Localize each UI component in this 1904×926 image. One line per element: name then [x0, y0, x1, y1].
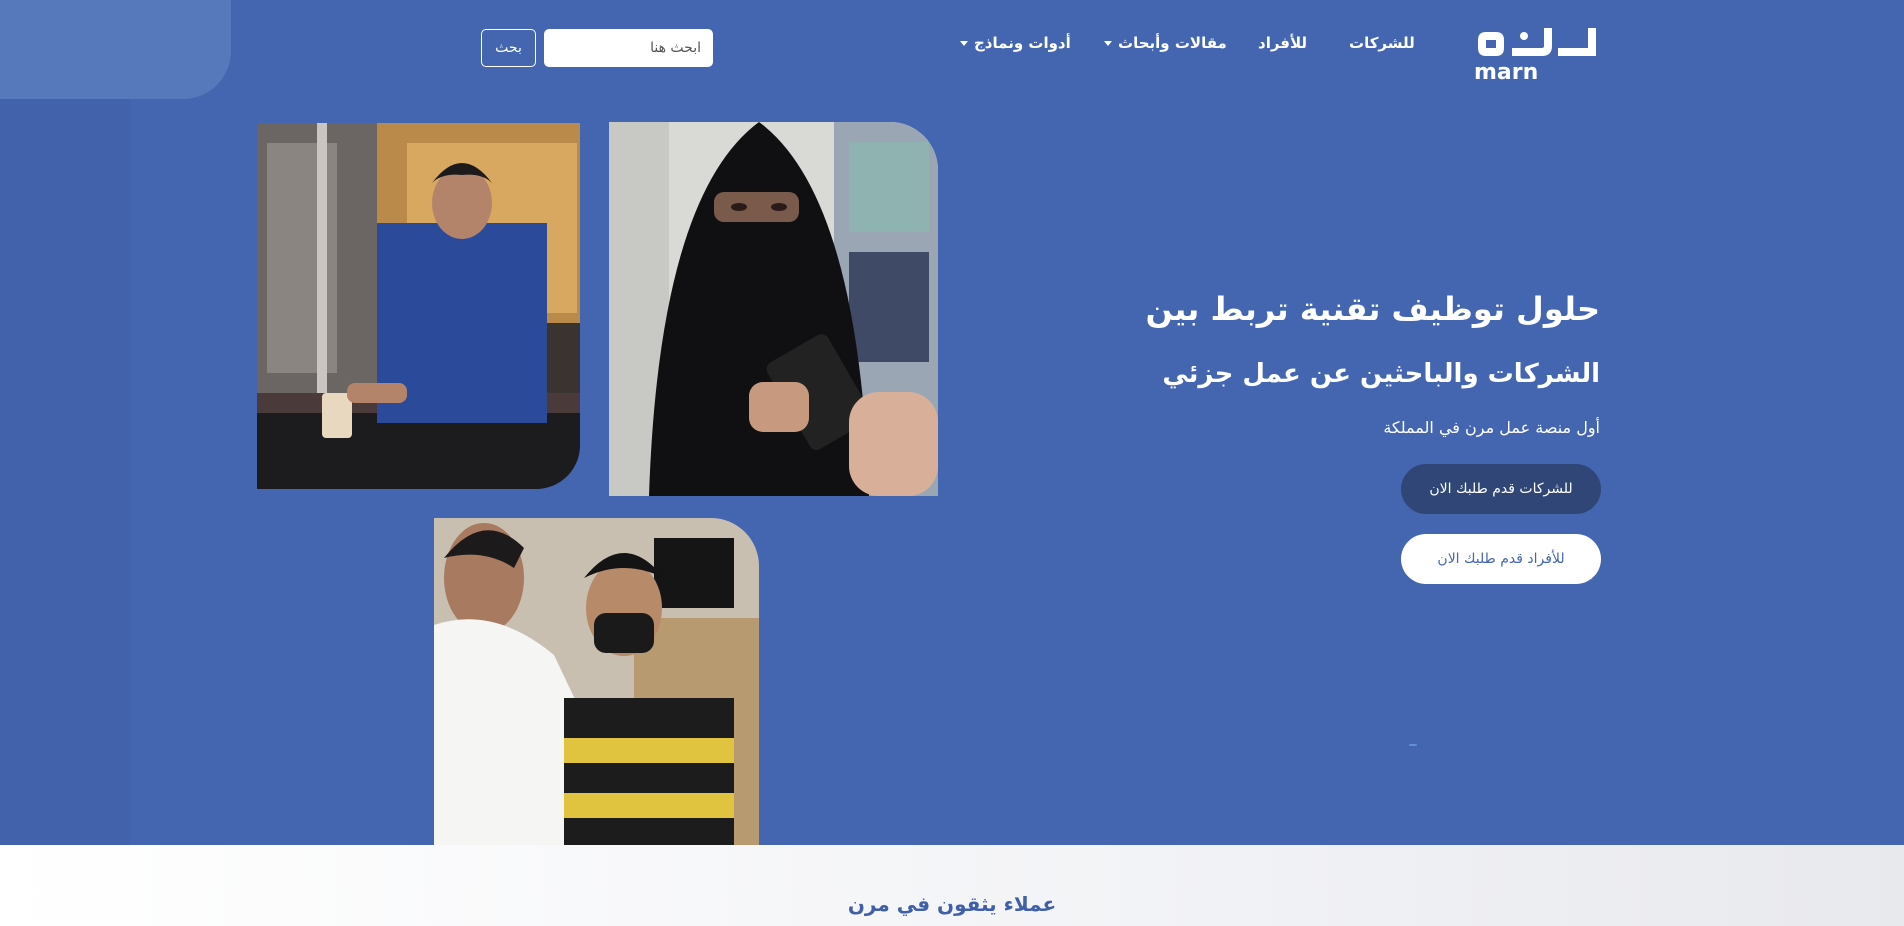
nav-companies-label: للشركات [1349, 34, 1415, 52]
nav-tools-dropdown[interactable]: أدوات ونماذج [960, 34, 1071, 56]
photo-men-with-boxes [434, 518, 759, 845]
hero-left-shade [0, 98, 130, 845]
corner-decoration [0, 0, 231, 99]
companies-apply-button[interactable]: للشركات قدم طلبك الان [1401, 464, 1601, 514]
hero-subtitle: أول منصة عمل مرن في المملكة [1383, 418, 1600, 437]
nav-articles-label: مقالات وأبحاث [1118, 34, 1227, 52]
chevron-down-icon [1104, 41, 1112, 46]
nav-companies[interactable]: للشركات [1349, 34, 1415, 56]
marn-logo[interactable]: marn [1474, 18, 1602, 86]
hero-title-line-1: حلول توظيف تقنية تربط بين [1145, 290, 1600, 328]
nav-individuals-label: للأفراد [1258, 34, 1308, 52]
nav-tools-label: أدوات ونماذج [974, 34, 1071, 52]
photo-woman-card-payment [609, 122, 938, 496]
individuals-apply-button[interactable]: للأفراد قدم طلبك الان [1401, 534, 1601, 584]
logo-text: marn [1474, 60, 1539, 85]
photo-barista-window [257, 123, 580, 489]
nav-articles-dropdown[interactable]: مقالات وأبحاث [1104, 34, 1227, 56]
clients-title: عملاء يثقون في مرن [847, 892, 1057, 916]
hero-title-line-2: الشركات والباحثين عن عمل جزئي [1162, 359, 1600, 389]
carousel-indicator[interactable] [1409, 744, 1417, 746]
clients-section: عملاء يثقون في مرن [0, 845, 1904, 926]
nav-individuals[interactable]: للأفراد [1258, 34, 1307, 56]
search-input[interactable] [544, 29, 713, 67]
search-button[interactable]: بحث [481, 29, 536, 67]
chevron-down-icon [960, 41, 968, 46]
